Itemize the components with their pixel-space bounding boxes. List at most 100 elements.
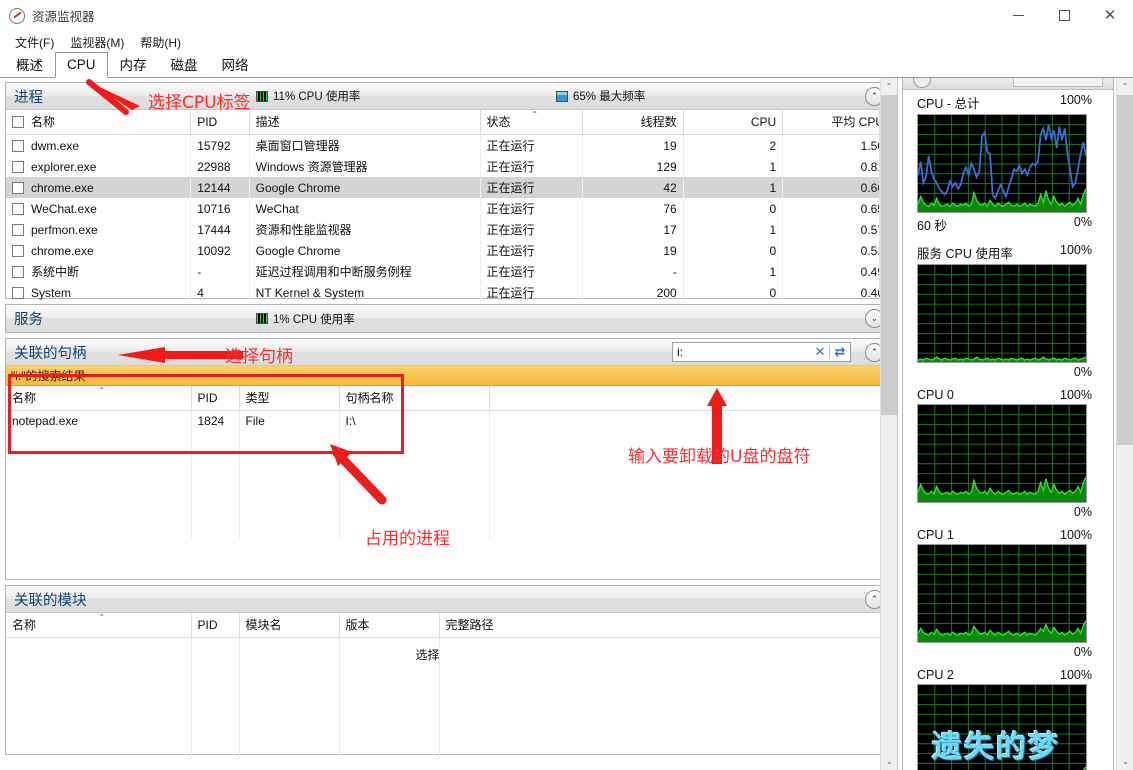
row-checkbox[interactable] <box>12 139 24 152</box>
maximize-button[interactable] <box>1041 0 1087 31</box>
cell-avgcpu: 0.57 <box>782 219 891 240</box>
graph-ymax: 100% <box>1060 528 1092 542</box>
graph-title: CPU 2 <box>917 668 954 682</box>
close-icon: ✕ <box>1103 6 1117 24</box>
col-process-avgcpu[interactable]: 平均 CPU <box>782 110 891 135</box>
graph-ymin: 0% <box>1073 215 1092 229</box>
processes-header[interactable]: 进程 11% CPU 使用率 65% 最大频率 ⌃ <box>6 83 891 110</box>
col-handle-pid[interactable]: PID <box>191 386 240 411</box>
table-row[interactable]: dwm.exe 15792 桌面窗口管理器 正在运行 19 2 1.50 <box>6 134 891 156</box>
cell-threads: 17 <box>582 219 684 240</box>
close-button[interactable]: ✕ <box>1087 0 1133 31</box>
tab-memory[interactable]: 内存 <box>108 53 159 78</box>
menu-bar: 文件(F) 监视器(M) 帮助(H) <box>0 31 1133 53</box>
select-all-checkbox[interactable] <box>12 116 24 128</box>
table-row[interactable]: chrome.exe 10092 Google Chrome 正在运行 19 0 0.51 <box>6 240 891 261</box>
cell-status: 正在运行 <box>480 282 584 303</box>
cell-handle-name: notepad.exe <box>6 410 192 431</box>
scroll-up-icon[interactable]: ⌃ <box>1117 78 1133 95</box>
tab-network[interactable]: 网络 <box>210 53 261 78</box>
cell-desc: NT Kernel & System <box>249 282 481 303</box>
tab-cpu[interactable]: CPU <box>55 52 108 78</box>
cell-avgcpu: 0.81 <box>782 156 891 177</box>
table-row[interactable]: WeChat.exe 10716 WeChat 正在运行 76 0 0.65 <box>6 198 891 219</box>
row-checkbox[interactable] <box>12 266 24 278</box>
col-process-desc[interactable]: 描述 <box>249 110 481 135</box>
row-checkbox[interactable] <box>12 286 24 299</box>
handles-header-row: ⌃ 名称 PID 类型 句柄名称 <box>6 386 891 411</box>
row-checkbox[interactable] <box>12 202 24 215</box>
menu-item-help[interactable]: 帮助(H) <box>133 32 190 53</box>
cell-name: chrome.exe <box>6 240 192 261</box>
cell-status: 正在运行 <box>480 177 584 198</box>
col-handle-type[interactable]: 类型 <box>239 386 340 411</box>
col-process-threads[interactable]: 线程数 <box>582 110 684 135</box>
tab-overview[interactable]: 概述 <box>4 53 55 78</box>
col-module-modname[interactable]: 模块名 <box>239 613 340 638</box>
handle-search-box[interactable]: ✕ ⇄ <box>672 342 851 362</box>
cell-desc: WeChat <box>249 198 481 219</box>
scroll-down-icon[interactable]: ⌄ <box>1117 753 1133 770</box>
cell-name: System <box>6 282 192 303</box>
col-module-fullpath[interactable]: 完整路径 <box>439 613 891 638</box>
col-process-name[interactable]: 名称 <box>6 110 192 135</box>
table-row[interactable]: chrome.exe 12144 Google Chrome 正在运行 42 1 0.66 <box>6 177 891 198</box>
cell-avgcpu: 0.49 <box>782 261 891 282</box>
cell-desc: Google Chrome <box>249 240 481 261</box>
graph-xlabel: 60 秒 <box>917 219 947 233</box>
scroll-down-icon[interactable]: ⌄ <box>881 753 897 770</box>
view-selector[interactable] <box>1013 78 1103 87</box>
col-process-status[interactable]: ⌃ 状态 <box>480 110 584 135</box>
table-row[interactable]: System 4 NT Kernel & System 正在运行 200 0 0.46 <box>6 282 891 303</box>
table-row[interactable]: perfmon.exe 17444 资源和性能监视器 正在运行 17 1 0.57 <box>6 219 891 240</box>
menu-item-file[interactable]: 文件(F) <box>8 32 63 53</box>
row-checkbox[interactable] <box>12 160 24 173</box>
menu-item-monitor[interactable]: 监视器(M) <box>63 32 133 53</box>
annotation-enter-drive-letter: 输入要卸载的U盘的盘符 <box>628 447 811 467</box>
services-header[interactable]: 服务 1% CPU 使用率 ⌄ <box>6 305 891 332</box>
cell-pid: 22988 <box>190 156 250 177</box>
table-row[interactable]: notepad.exe 1824 File I:\ <box>6 410 891 431</box>
tab-disk[interactable]: 磁盘 <box>159 53 210 78</box>
handles-header[interactable]: 关联的句柄 ✕ ⇄ ⌃ <box>6 339 891 366</box>
cell-cpu: 2 <box>683 134 784 156</box>
cell-avgcpu: 0.65 <box>782 198 891 219</box>
graph-cpu0-canvas <box>917 404 1087 503</box>
cell-name: dwm.exe <box>6 134 192 156</box>
annotation-occupying-process: 占用的进程 <box>365 529 450 549</box>
table-row[interactable]: explorer.exe 22988 Windows 资源管理器 正在运行 129 1 0.… <box>6 156 891 177</box>
graph-ymin: 0% <box>1073 645 1092 659</box>
graph-cpu1-footer: 0% <box>917 643 1092 663</box>
search-input[interactable] <box>673 343 811 361</box>
col-module-version[interactable]: 版本 <box>339 613 440 638</box>
graphs-scrollbar[interactable]: ⌃ ⌄ <box>1116 78 1133 770</box>
minimize-button[interactable] <box>995 0 1041 31</box>
left-pane-scrollbar[interactable]: ⌃ ⌄ <box>880 78 897 770</box>
col-process-pid[interactable]: PID <box>190 110 250 135</box>
col-label: 名称 <box>12 618 37 632</box>
cell-handle-filler <box>489 410 891 431</box>
table-row[interactable]: 系统中断 - 延迟过程调用和中断服务例程 正在运行 -1 0.49 <box>6 261 891 282</box>
col-handle-handlename[interactable]: 句柄名称 <box>339 386 490 411</box>
graph-cpu1-label: CPU 1 100% <box>917 525 1092 544</box>
scroll-up-icon[interactable]: ⌃ <box>881 78 897 95</box>
col-process-cpu[interactable]: CPU <box>683 110 784 135</box>
col-module-pid[interactable]: PID <box>191 613 240 638</box>
row-checkbox[interactable] <box>12 181 24 194</box>
modules-header[interactable]: 关联的模块 ⌃ <box>6 586 891 613</box>
chevron-up-icon[interactable] <box>913 78 931 88</box>
scroll-thumb[interactable] <box>881 95 897 415</box>
cell-threads: 42 <box>582 177 684 198</box>
row-checkbox[interactable] <box>12 244 24 257</box>
refresh-search-icon[interactable]: ⇄ <box>830 345 850 360</box>
modules-table: ⌃ 名称 PID 模块名 版本 完整路径 选择进程以查看结果。 <box>6 613 891 758</box>
clear-x-icon[interactable]: ✕ <box>811 345 829 360</box>
graph-title: 服务 CPU 使用率 <box>917 247 1013 261</box>
graph-svg <box>918 115 1086 212</box>
row-checkbox[interactable] <box>12 223 24 236</box>
col-handle-name[interactable]: ⌃ 名称 <box>6 386 192 411</box>
graph-services-canvas <box>917 264 1087 363</box>
scroll-thumb[interactable] <box>1117 95 1133 445</box>
col-module-name[interactable]: ⌃ 名称 <box>6 613 192 638</box>
graph-title: CPU 0 <box>917 388 954 402</box>
